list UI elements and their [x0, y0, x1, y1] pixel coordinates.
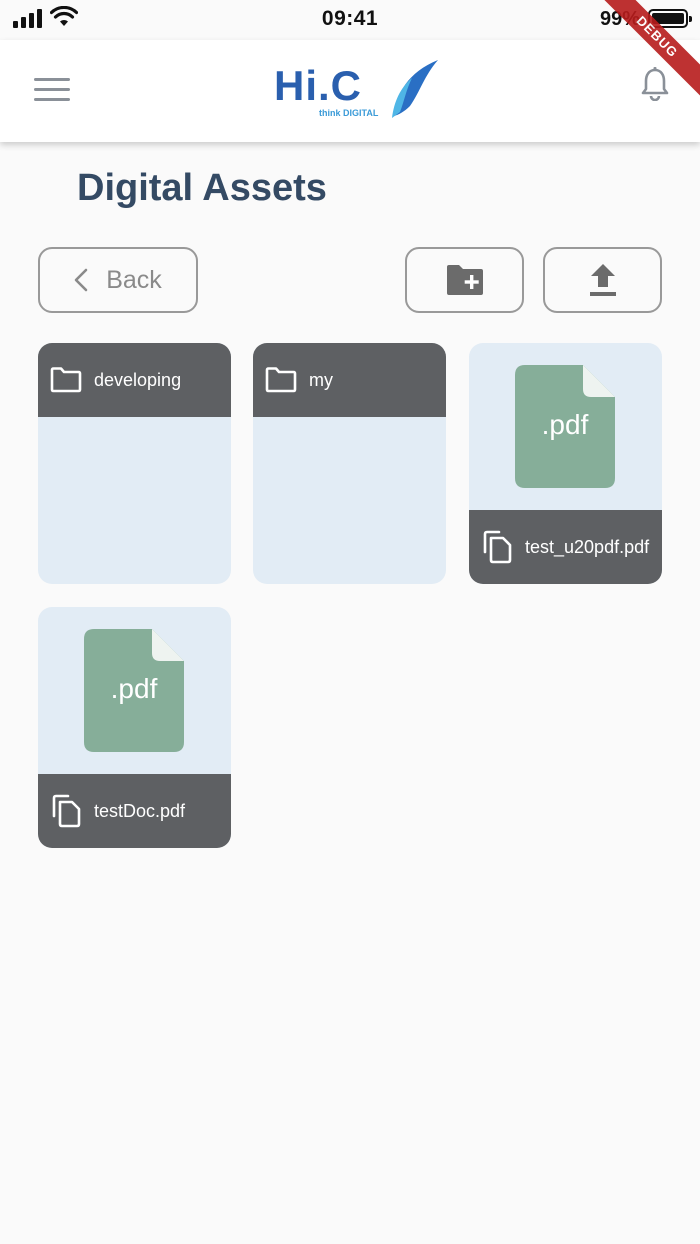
file-extension-label: .pdf [110, 672, 158, 704]
new-folder-icon [446, 265, 483, 295]
folder-card-developing[interactable]: developing [38, 343, 231, 584]
battery-percentage: 99% [599, 8, 640, 30]
logo-feather-icon [392, 60, 438, 118]
upload-icon [589, 264, 616, 296]
file-card-testdoc[interactable]: .pdf testDoc.pdf [38, 607, 231, 848]
folder-icon [265, 367, 297, 393]
bell-icon[interactable] [640, 67, 670, 101]
file-name: test_u20pdf.pdf [525, 536, 650, 557]
app-bar: Hi.C think DIGITAL [0, 40, 700, 142]
status-bar: 09:41 99% [0, 0, 700, 40]
app-logo: Hi.C think DIGITAL [274, 56, 444, 126]
logo-tagline: think DIGITAL [319, 108, 379, 118]
folder-icon [50, 367, 82, 393]
folder-card-header: my [253, 343, 446, 417]
folder-card-header: developing [38, 343, 231, 417]
file-extension-label: .pdf [541, 408, 589, 440]
back-button[interactable]: Back [38, 247, 198, 313]
menu-icon[interactable] [34, 78, 70, 104]
folder-card-my[interactable]: my [253, 343, 446, 584]
upload-button[interactable] [543, 247, 662, 313]
page-title: Digital Assets [77, 167, 327, 209]
chevron-left-icon [74, 268, 88, 292]
new-folder-button[interactable] [405, 247, 524, 313]
status-time: 09:41 [321, 7, 379, 30]
folder-name: my [309, 369, 333, 390]
file-name: testDoc.pdf [94, 800, 186, 821]
folder-name: developing [94, 369, 182, 390]
copy-file-icon [52, 794, 81, 828]
file-card-footer: test_u20pdf.pdf [469, 510, 662, 584]
copy-file-icon [483, 530, 512, 564]
file-card-test-u20pdf[interactable]: .pdf test_u20pdf.pdf [469, 343, 662, 584]
file-card-footer: testDoc.pdf [38, 774, 231, 848]
logo-text: Hi.C [274, 62, 362, 109]
back-button-label: Back [106, 265, 162, 294]
battery-icon [648, 9, 692, 28]
